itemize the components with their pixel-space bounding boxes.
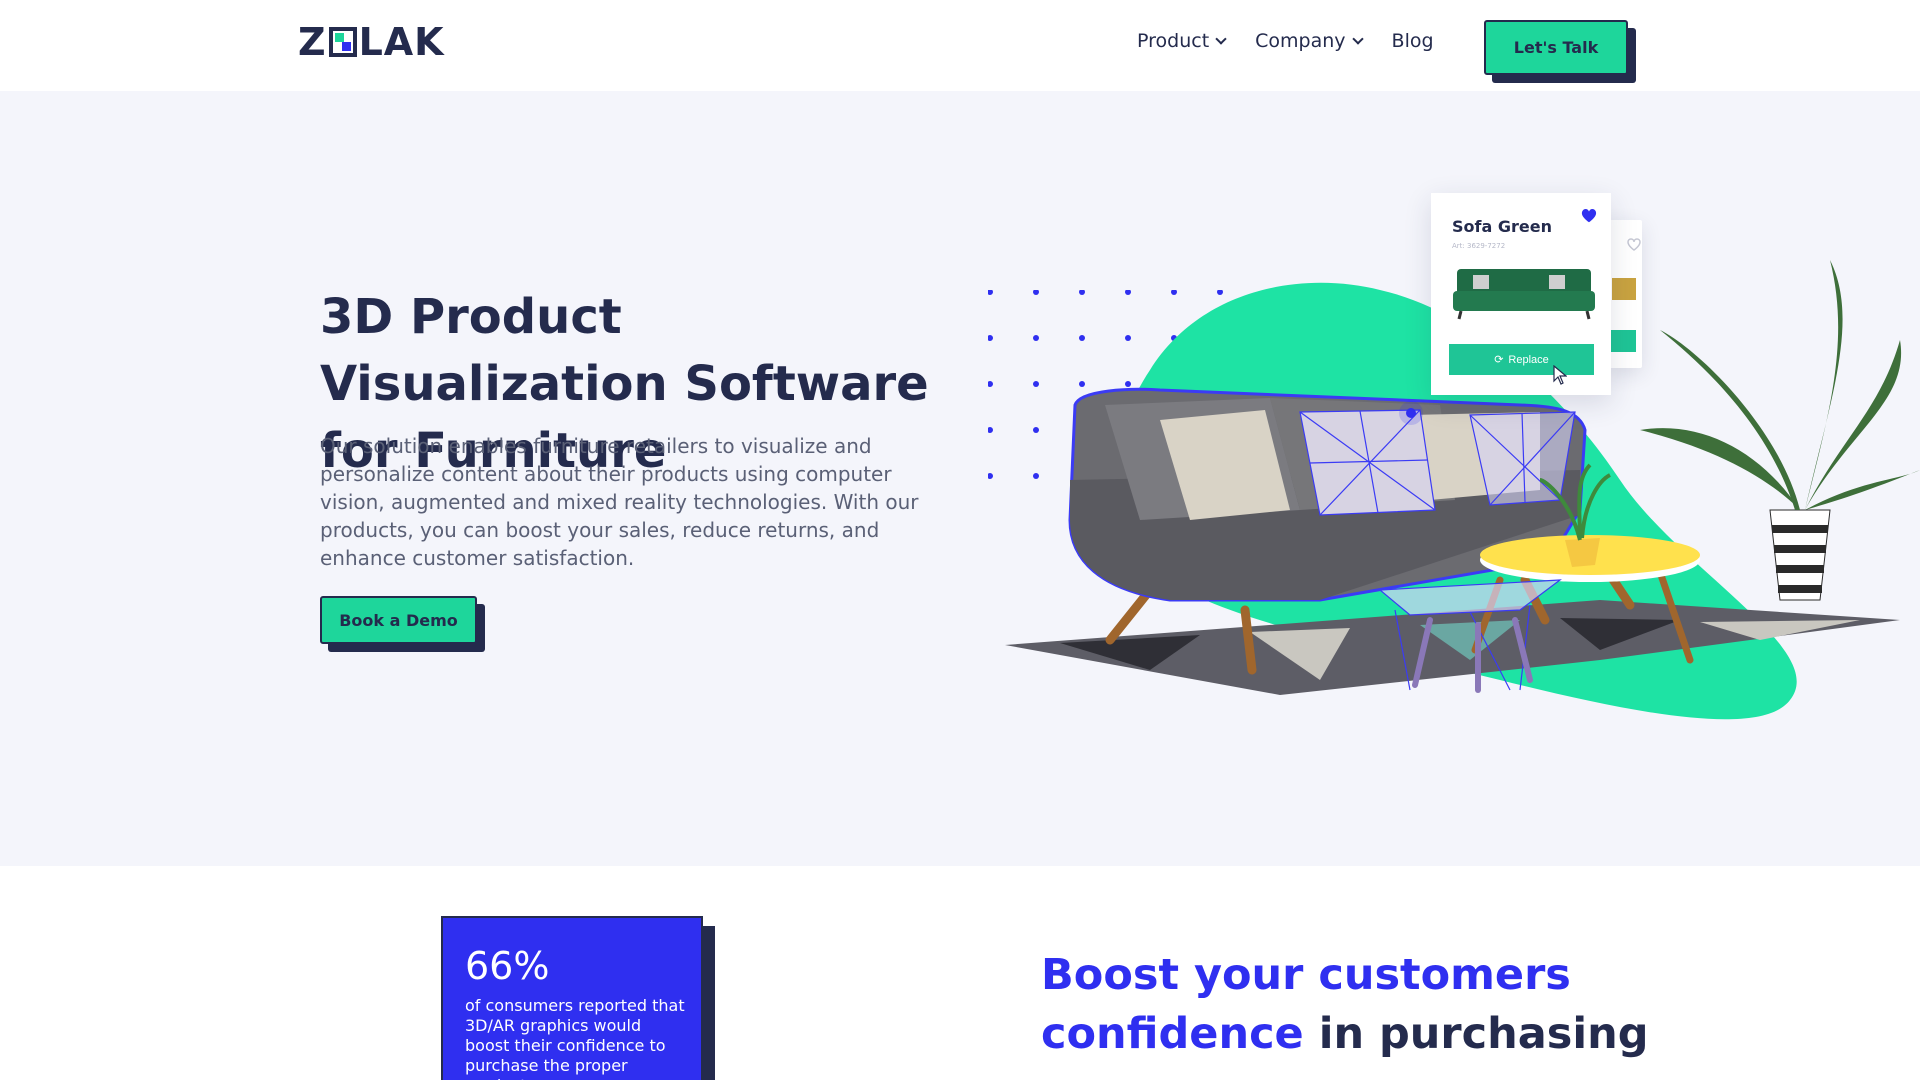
heart-outline-icon (1606, 238, 1641, 352)
lets-talk-wrapper: Let's Talk (1484, 20, 1636, 83)
stat-description: of consumers reported that 3D/AR graphic… (465, 996, 685, 1080)
book-demo-wrapper: Book a Demo (320, 596, 485, 652)
product-card-secondary (1606, 220, 1642, 368)
hero-description: Our solution enables furniture retailers… (320, 434, 919, 570)
stat-card-wrapper: 66% of consumers reported that 3D/AR gra… (441, 916, 715, 1080)
lets-talk-button[interactable]: Let's Talk (1484, 20, 1628, 75)
stat-card: 66% of consumers reported that 3D/AR gra… (441, 916, 703, 1080)
refresh-icon: ⟳ (1494, 354, 1504, 366)
product-card-title: Sofa Green (1452, 217, 1552, 236)
book-demo-button[interactable]: Book a Demo (320, 596, 477, 644)
green-sofa-thumbnail (1453, 269, 1595, 320)
heart-icon[interactable] (1580, 207, 1598, 225)
nav-item-blog[interactable]: Blog (1392, 30, 1434, 52)
cursor-arrow-icon (1553, 365, 1567, 385)
logo-mark-icon (328, 27, 357, 57)
product-card-art: Art: 3629-7272 (1452, 242, 1506, 250)
nav-item-label: Company (1255, 30, 1346, 52)
chevron-down-icon (1351, 32, 1364, 45)
replace-button[interactable]: ⟳ Replace (1449, 344, 1594, 375)
logo[interactable]: Z LAK (298, 20, 445, 64)
site-header: Z LAK Product Company Blog Let's Talk (0, 0, 1920, 91)
stat-value: 66% (465, 944, 550, 988)
product-card[interactable]: Sofa Green Art: 3629-7272 ⟳ Replace (1431, 193, 1611, 395)
nav-item-label: Blog (1391, 30, 1434, 52)
nav-item-label: Product (1137, 30, 1210, 52)
nav-item-company[interactable]: Company (1255, 30, 1364, 52)
main-nav: Product Company Blog (1137, 30, 1434, 52)
nav-item-product[interactable]: Product (1137, 30, 1227, 52)
boost-heading: Boost your customers confidence in purch… (1041, 946, 1661, 1064)
chevron-down-icon (1215, 32, 1227, 45)
replace-button-label: Replace (1508, 353, 1549, 366)
boost-heading-rest: in purchasing (1303, 1009, 1649, 1059)
